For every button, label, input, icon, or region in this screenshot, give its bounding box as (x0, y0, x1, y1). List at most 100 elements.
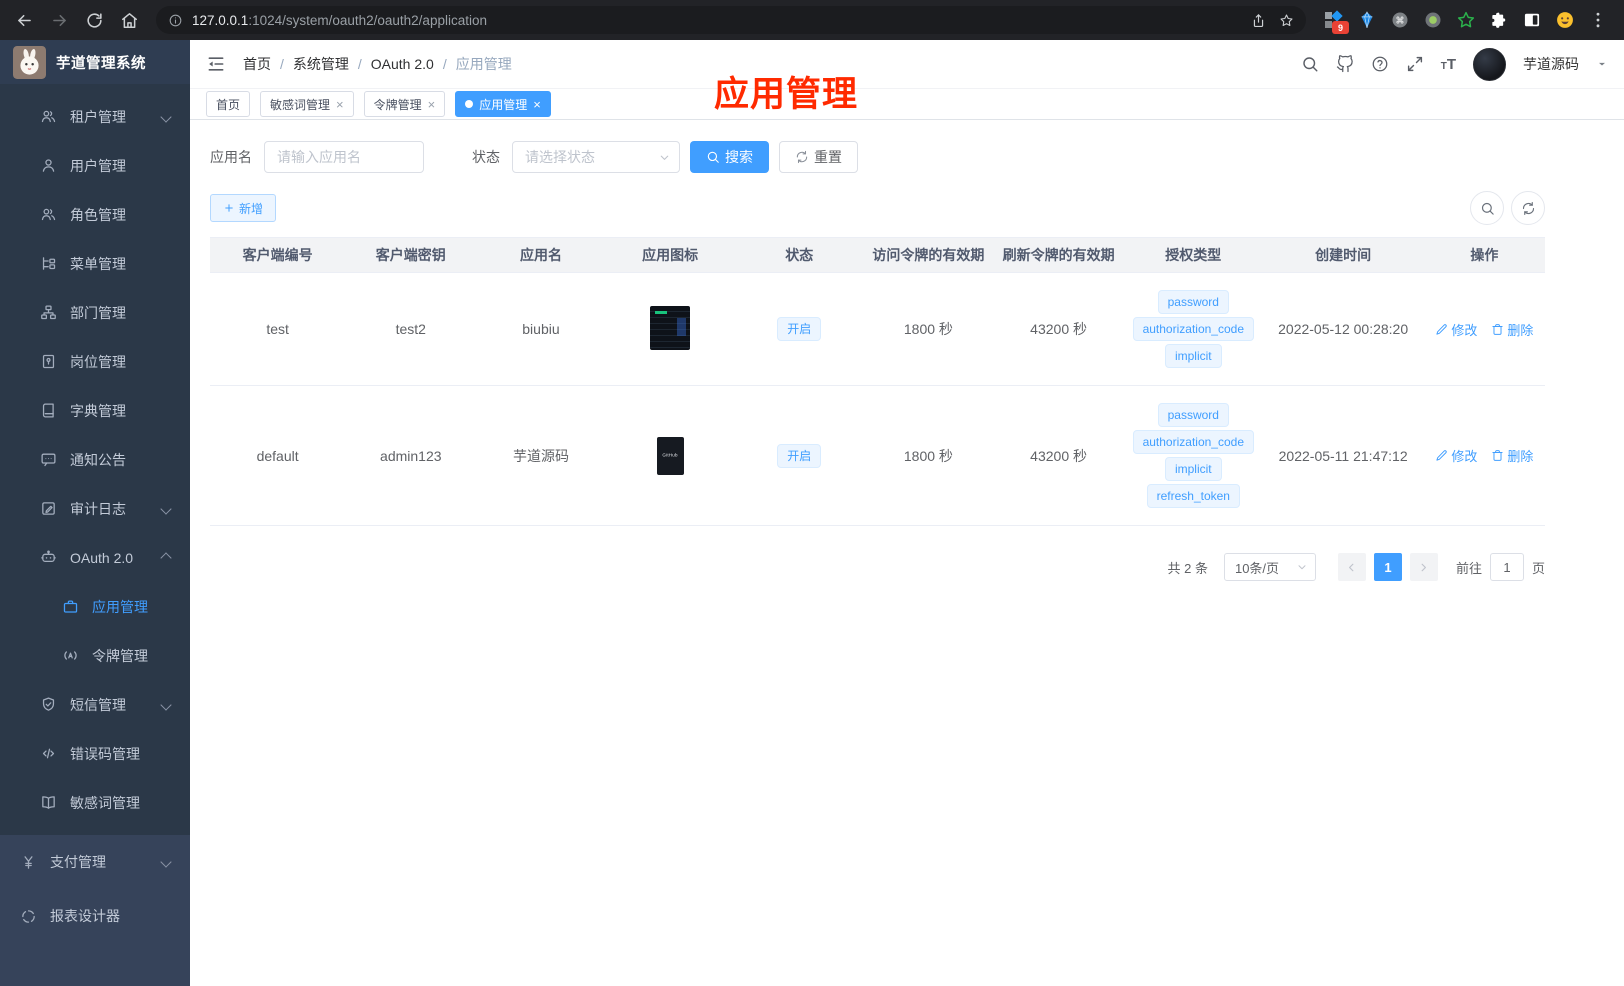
delete-link[interactable]: 删除 (1491, 446, 1533, 465)
search-icon (706, 150, 720, 164)
browser-menu-button[interactable] (1588, 10, 1608, 30)
split-screen-button[interactable] (1522, 10, 1542, 30)
home-icon (120, 11, 139, 30)
address-bar[interactable]: 127.0.0.1:1024/system/oauth2/oauth2/appl… (156, 6, 1306, 34)
goto-page-input[interactable] (1489, 553, 1524, 581)
sidebar-item-报表设计器[interactable]: 报表设计器 (0, 889, 190, 943)
user-menu-caret-icon[interactable] (1596, 58, 1608, 70)
cell-client-id: test (210, 272, 346, 386)
breadcrumb-item[interactable]: OAuth 2.0 (371, 56, 434, 72)
column-header-创建时间: 创建时间 (1262, 237, 1424, 273)
trash-icon (1491, 323, 1504, 336)
extension-command-icon[interactable]: ⌘ (1390, 10, 1410, 30)
username[interactable]: 芋道源码 (1523, 54, 1579, 74)
sidebar-item-通知公告[interactable]: 通知公告 (0, 435, 190, 484)
sidebar-item-角色管理[interactable]: 角色管理 (0, 190, 190, 239)
next-page-button[interactable] (1409, 553, 1438, 581)
sidebar-item-支付管理[interactable]: 支付管理 (0, 835, 190, 889)
extension-green-star-icon[interactable] (1456, 10, 1476, 30)
sidebar-item-label: 角色管理 (70, 206, 126, 223)
toggle-search-button[interactable] (1470, 191, 1504, 225)
sidebar-logo[interactable]: 芋道管理系统 (0, 40, 190, 84)
table-row: test test2 biubiu 开启 1800 秒 43200 秒 password au… (210, 272, 1545, 386)
header-search-icon[interactable] (1301, 55, 1319, 73)
sidebar-item-敏感词管理[interactable]: 敏感词管理 (0, 778, 190, 827)
app-name-input[interactable] (264, 141, 424, 173)
page-size-select[interactable]: 10条/页 (1223, 553, 1316, 581)
cell-actions: 修改 删除 (1423, 385, 1545, 526)
breadcrumb: 首页 / 系统管理 / OAuth 2.0 / 应用管理 (243, 54, 512, 74)
tab-首页[interactable]: 首页 (206, 91, 251, 117)
extensions-puzzle-button[interactable] (1489, 10, 1509, 30)
refresh-table-button[interactable] (1511, 191, 1545, 225)
breadcrumb-item[interactable]: 首页 (243, 54, 271, 74)
site-info-icon[interactable] (168, 13, 183, 28)
extension-grid-icon[interactable]: 9 (1324, 10, 1349, 34)
green-star-icon (1456, 10, 1476, 30)
extension-green-dot-icon[interactable] (1423, 10, 1443, 30)
add-button[interactable]: 新增 (210, 194, 277, 222)
browser-home-button[interactable] (113, 4, 146, 37)
sidebar-item-OAuth 2.0[interactable]: OAuth 2.0 (0, 533, 190, 582)
chevron-down-icon (658, 151, 671, 164)
sidebar-item-审计日志[interactable]: 审计日志 (0, 484, 190, 533)
edit-link[interactable]: 修改 (1435, 320, 1477, 339)
sidebar-item-字典管理[interactable]: 字典管理 (0, 386, 190, 435)
chevron-down-icon (1296, 561, 1308, 573)
trash-icon (1491, 449, 1504, 462)
github-icon[interactable] (1336, 55, 1354, 73)
status-select[interactable]: 请选择状态 (512, 141, 680, 173)
breadcrumb-item[interactable]: 系统管理 (293, 54, 349, 74)
share-button[interactable] (1244, 6, 1272, 34)
profile-emoji-button[interactable] (1555, 10, 1575, 30)
user-avatar[interactable] (1473, 47, 1506, 81)
column-header-刷新令牌的有效期: 刷新令牌的有效期 (993, 237, 1125, 273)
table-row: default admin123 芋道源码 GitHub 开启 1800 秒 43200 秒… (210, 385, 1545, 526)
sidebar-item-岗位管理[interactable]: 岗位管理 (0, 337, 190, 386)
delete-link[interactable]: 删除 (1491, 320, 1533, 339)
sidebar-item-label: 字典管理 (70, 402, 126, 419)
browser-back-button[interactable] (8, 4, 41, 37)
app-title: 芋道管理系统 (56, 55, 146, 72)
edit-link[interactable]: 修改 (1435, 446, 1477, 465)
sidebar-item-菜单管理[interactable]: 菜单管理 (0, 239, 190, 288)
star-icon (1279, 13, 1294, 28)
fullscreen-icon[interactable] (1406, 55, 1424, 73)
search-button[interactable]: 搜索 (690, 141, 769, 173)
navbar-actions: TT 芋道源码 (1301, 47, 1608, 81)
help-icon[interactable] (1371, 55, 1389, 73)
browser-forward-button[interactable] (43, 4, 76, 37)
tab-令牌管理[interactable]: 令牌管理 × (363, 91, 446, 117)
sidebar-item-短信管理[interactable]: 短信管理 (0, 680, 190, 729)
status-badge: 开启 (777, 317, 822, 341)
column-header-应用图标: 应用图标 (605, 237, 735, 273)
tab-应用管理[interactable]: 应用管理 × (455, 91, 551, 117)
tab-close-icon[interactable]: × (533, 98, 541, 111)
font-size-icon[interactable]: TT (1441, 56, 1456, 73)
sidebar-item-错误码管理[interactable]: 错误码管理 (0, 729, 190, 778)
cell-app-icon: GitHub (605, 385, 735, 526)
extension-gem-icon[interactable] (1357, 10, 1377, 30)
url-text: 127.0.0.1:1024/system/oauth2/oauth2/appl… (192, 13, 487, 28)
tab-close-icon[interactable]: × (428, 98, 436, 111)
cell-access-ttl: 1800 秒 (863, 385, 993, 526)
sidebar-item-label: 令牌管理 (92, 647, 148, 664)
sidebar-item-租户管理[interactable]: 租户管理 (0, 92, 190, 141)
browser-reload-button[interactable] (78, 4, 111, 37)
current-page-button[interactable]: 1 (1373, 553, 1402, 581)
sidebar-item-令牌管理[interactable]: 令牌管理 (0, 631, 190, 680)
sidebar-item-部门管理[interactable]: 部门管理 (0, 288, 190, 337)
tab-敏感词管理[interactable]: 敏感词管理 × (260, 91, 354, 117)
tab-close-icon[interactable]: × (336, 98, 344, 111)
reset-button[interactable]: 重置 (779, 141, 858, 173)
message-icon (40, 451, 57, 468)
prev-page-button[interactable] (1337, 553, 1366, 581)
sidebar-collapse-button[interactable] (206, 54, 226, 74)
logo-avatar (13, 45, 46, 79)
sidebar-item-用户管理[interactable]: 用户管理 (0, 141, 190, 190)
cell-created-time: 2022-05-11 21:47:12 (1262, 385, 1424, 526)
bookmark-button[interactable] (1272, 6, 1300, 34)
chevron-left-icon (1345, 561, 1358, 574)
breadcrumb-separator: / (442, 56, 447, 72)
sidebar-item-应用管理[interactable]: 应用管理 (0, 582, 190, 631)
